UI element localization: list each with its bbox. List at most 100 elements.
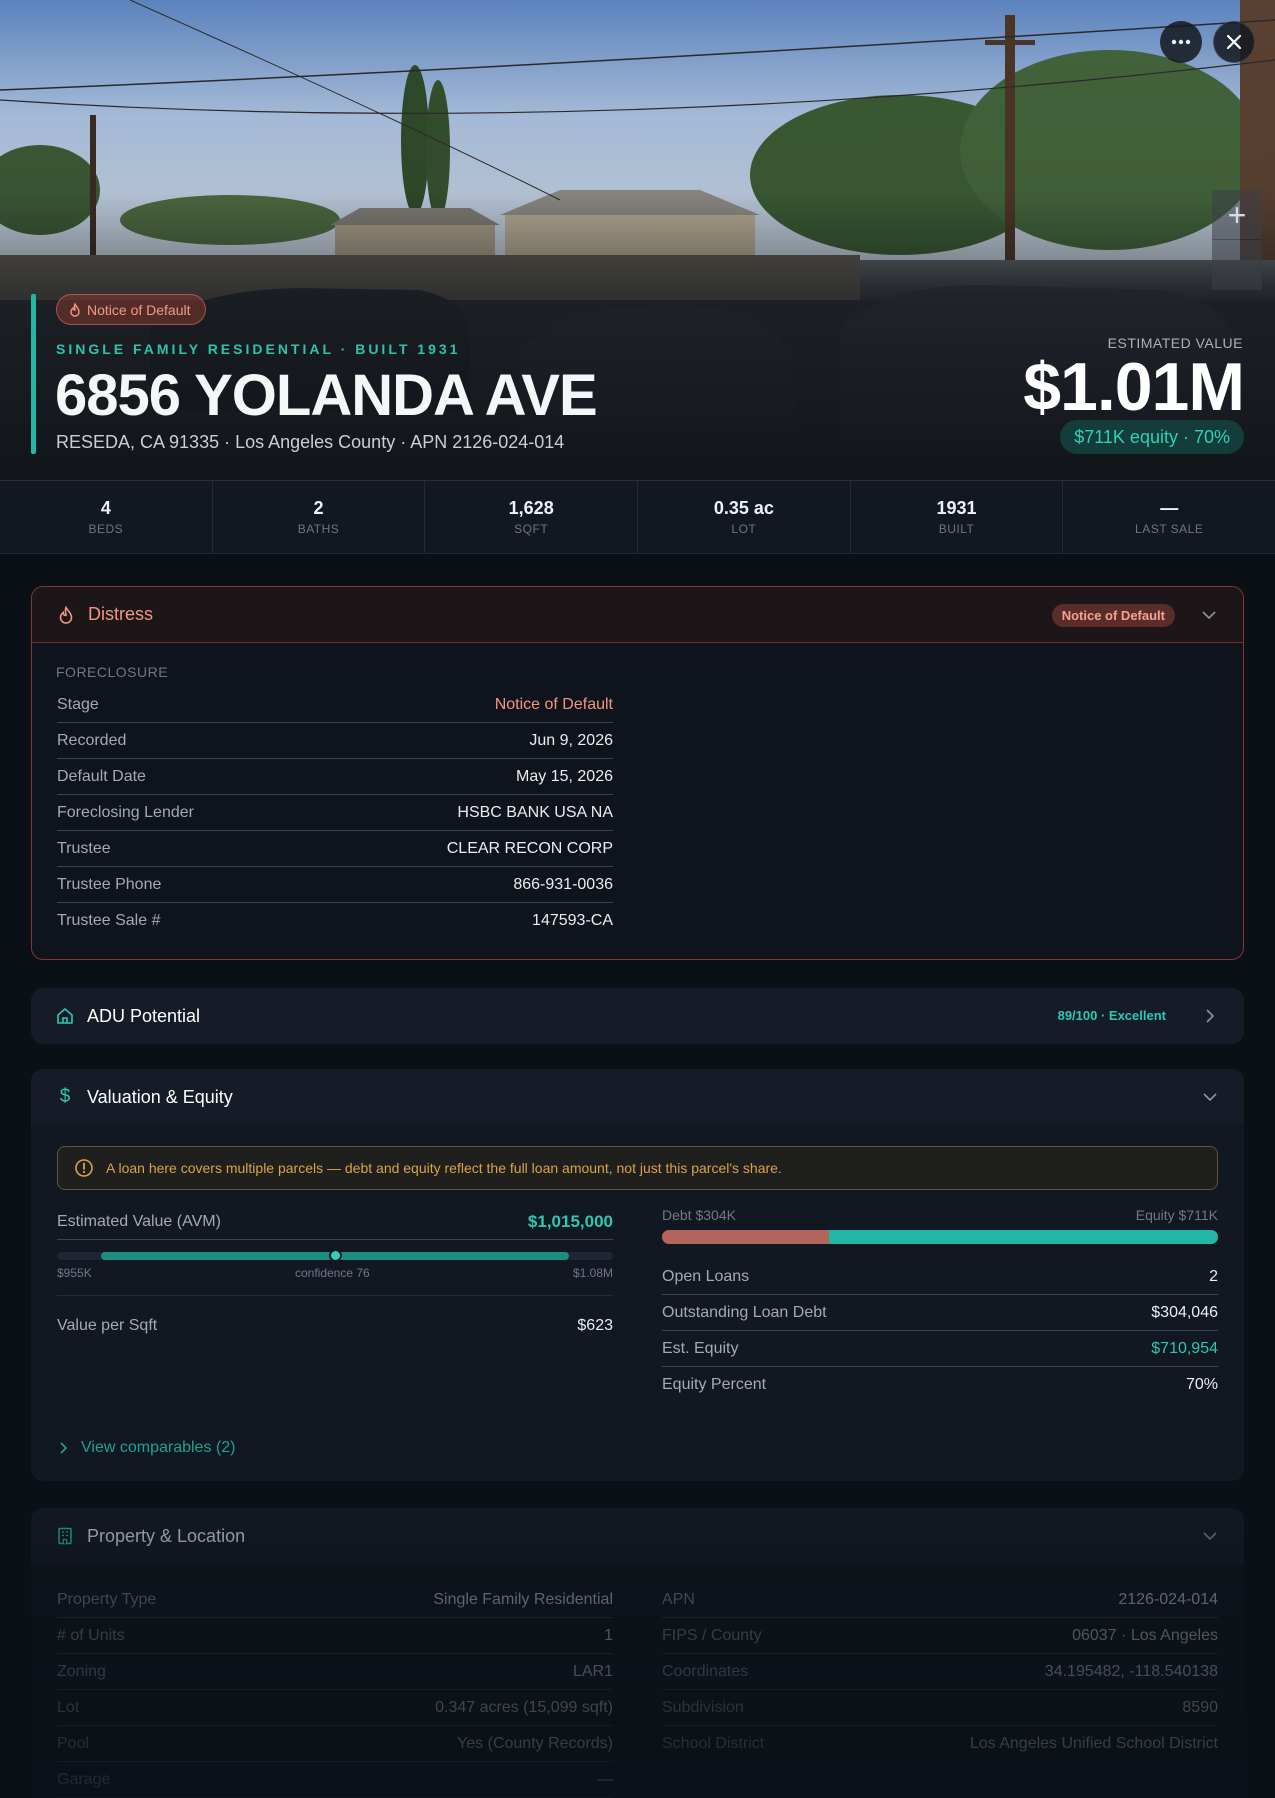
stat-baths: 2 BATHS (213, 481, 426, 553)
flame-icon (56, 605, 76, 625)
open-loans-row: Open Loans 2 (662, 1259, 1218, 1295)
property-title: 6856 YOLANDA AVE (55, 363, 598, 428)
property-section-header[interactable]: Property & Location (31, 1508, 1244, 1564)
chevron-down-icon[interactable] (1199, 605, 1219, 625)
foreclosure-row-stage: Stage Notice of Default (57, 687, 613, 723)
equity-label: Equity $711K (1135, 1207, 1218, 1223)
stat-value: 0.35 ac (713, 498, 774, 518)
range-high: $1.08M (572, 1266, 613, 1280)
stat-value: 2 (313, 498, 324, 518)
stat-label: SQFT (514, 522, 549, 536)
stat-value: 1,628 (508, 498, 554, 518)
stat-sqft: 1,628 SQFT (425, 481, 639, 553)
row-value: Jun 9, 2026 (529, 731, 613, 749)
row-value: 70% (1185, 1376, 1218, 1393)
stat-value: — (1160, 498, 1179, 518)
row-value: May 15, 2026 (516, 767, 613, 785)
chevron-right-icon[interactable] (1200, 1006, 1220, 1026)
row-key: FIPS / County (662, 1626, 762, 1644)
property-row-apn: APN 2126-024-014 (662, 1582, 1218, 1618)
foreclosure-row-recorded: Recorded Jun 9, 2026 (57, 723, 613, 759)
row-key: Property Type (57, 1590, 157, 1608)
close-button[interactable] (1213, 21, 1255, 63)
status-badge: Notice of Default (56, 294, 206, 325)
warning-icon (75, 1159, 93, 1177)
row-key: Recorded (57, 731, 127, 749)
foreclosure-row-trustee: Trustee CLEAR RECON CORP (57, 831, 613, 867)
distress-badge: Notice of Default (1051, 604, 1175, 627)
row-value: 8590 (1182, 1698, 1218, 1716)
row-key: Stage (57, 695, 99, 713)
ellipsis-icon (1171, 39, 1191, 45)
row-key: Default Date (57, 767, 146, 785)
row-key: # of Units (57, 1626, 125, 1644)
row-value: 147593-CA (532, 912, 613, 929)
foreclosure-row-trustee-sale: Trustee Sale # 147593-CA (57, 903, 613, 939)
stat-last-sale: — LAST SALE (1063, 481, 1275, 553)
comps-link-label: View comparables (2) (81, 1439, 236, 1456)
row-key: Trustee Phone (57, 875, 162, 893)
chevron-down-icon[interactable] (1200, 1526, 1220, 1546)
distress-section-header[interactable]: Distress Notice of Default (32, 587, 1243, 643)
row-key: Open Loans (662, 1267, 750, 1285)
adu-section-header[interactable]: ADU Potential 89/100 · Excellent (31, 988, 1244, 1044)
row-value: $304,046 (1151, 1303, 1218, 1321)
section-title: Valuation & Equity (87, 1086, 233, 1107)
stat-label: BATHS (297, 522, 340, 536)
row-value: $623 (577, 1317, 613, 1334)
row-value: 06037 · Los Angeles (1072, 1626, 1218, 1644)
building-icon (55, 1526, 75, 1546)
debt-equity-bar (662, 1230, 1218, 1244)
stat-label: LAST SALE (1135, 522, 1204, 536)
row-key: School District (662, 1735, 765, 1752)
section-title: Property & Location (87, 1525, 246, 1546)
property-row-units: # of Units 1 (57, 1618, 613, 1654)
zoom-in-icon[interactable]: + (1212, 190, 1262, 240)
row-value: LAR1 (572, 1662, 613, 1680)
range-low: $955K (57, 1266, 92, 1280)
row-key: Lot (57, 1698, 80, 1716)
row-value: — (597, 1770, 613, 1788)
foreclosure-section-label: FORECLOSURE (56, 664, 169, 680)
section-title: ADU Potential (87, 1005, 201, 1026)
stat-beds: 4 BEDS (0, 481, 213, 553)
row-key: Garage (57, 1770, 111, 1788)
property-row-lot: Lot 0.347 acres (15,099 sqft) (57, 1690, 613, 1726)
chevron-down-icon[interactable] (1200, 1087, 1220, 1107)
property-row-coordinates: Coordinates 34.195482, -118.540138 (662, 1654, 1218, 1690)
adu-potential-section[interactable]: ADU Potential 89/100 · Excellent (31, 988, 1244, 1044)
row-key: Trustee (57, 839, 111, 857)
row-value: 866-931-0036 (513, 875, 613, 893)
property-row-pool: Pool Yes (County Records) (57, 1726, 613, 1762)
more-options-button[interactable] (1160, 21, 1202, 63)
home-icon (55, 1006, 75, 1026)
close-icon (1226, 34, 1242, 50)
adu-score: 89/100 · Excellent (1057, 1008, 1166, 1023)
row-key: Equity Percent (662, 1376, 767, 1393)
row-value: 2126-024-014 (1118, 1590, 1218, 1608)
view-comparables-link[interactable]: View comparables (2) (60, 1439, 235, 1457)
street-view-zoom-control[interactable]: + (1212, 190, 1262, 290)
row-key: Estimated Value (AVM) (57, 1212, 221, 1230)
row-value: $710,954 (1151, 1339, 1218, 1357)
property-row-type: Property Type Single Family Residential (57, 1582, 613, 1618)
debt-segment (662, 1230, 829, 1244)
equity-percent-row: Equity Percent 70% (662, 1367, 1218, 1403)
stat-label: BEDS (88, 522, 124, 536)
estimated-value: $1.01M (1023, 349, 1245, 425)
warning-text: A loan here covers multiple parcels — de… (106, 1160, 782, 1176)
row-value: HSBC BANK USA NA (457, 803, 613, 821)
row-key: Subdivision (662, 1698, 744, 1716)
avm-confidence-range (57, 1249, 613, 1262)
foreclosure-row-lender: Foreclosing Lender HSBC BANK USA NA (57, 795, 613, 831)
multi-parcel-warning: A loan here covers multiple parcels — de… (57, 1146, 1218, 1190)
property-subtitle: SINGLE FAMILY RESIDENTIAL · BUILT 1931 (56, 341, 461, 357)
valuation-section-header[interactable]: $ Valuation & Equity (31, 1069, 1244, 1125)
avm-value: $1,015,000 (527, 1211, 613, 1231)
row-key: Zoning (57, 1662, 106, 1680)
property-row-zoning: Zoning LAR1 (57, 1654, 613, 1690)
stat-label: BUILT (938, 522, 975, 536)
equity-pill: $711K equity · 70% (1060, 420, 1244, 454)
property-row-fips: FIPS / County 06037 · Los Angeles (662, 1618, 1218, 1654)
chevron-right-icon (60, 1442, 67, 1454)
